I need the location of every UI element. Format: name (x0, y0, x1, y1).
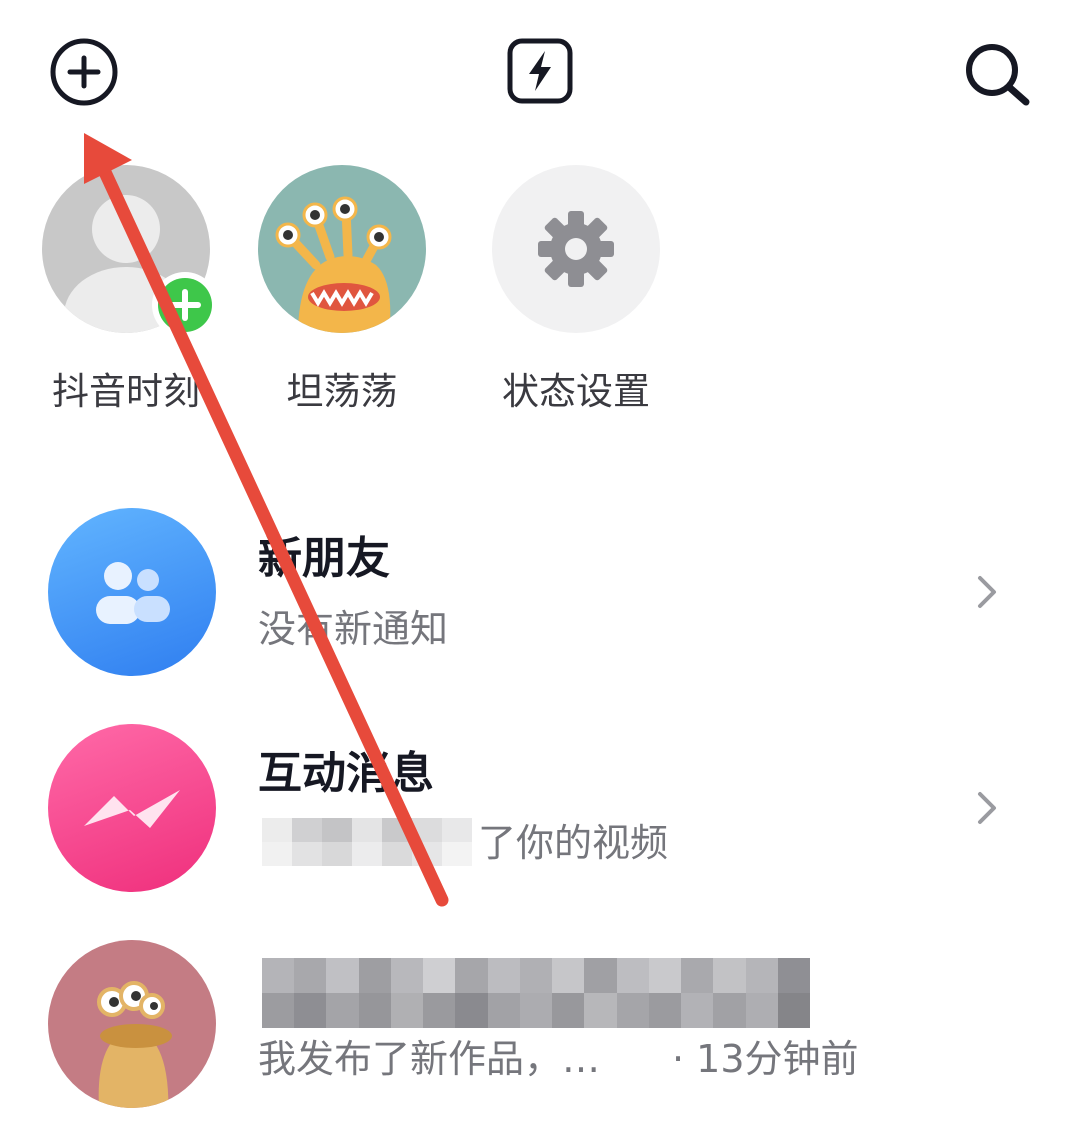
annotation-arrow-icon (84, 133, 449, 907)
